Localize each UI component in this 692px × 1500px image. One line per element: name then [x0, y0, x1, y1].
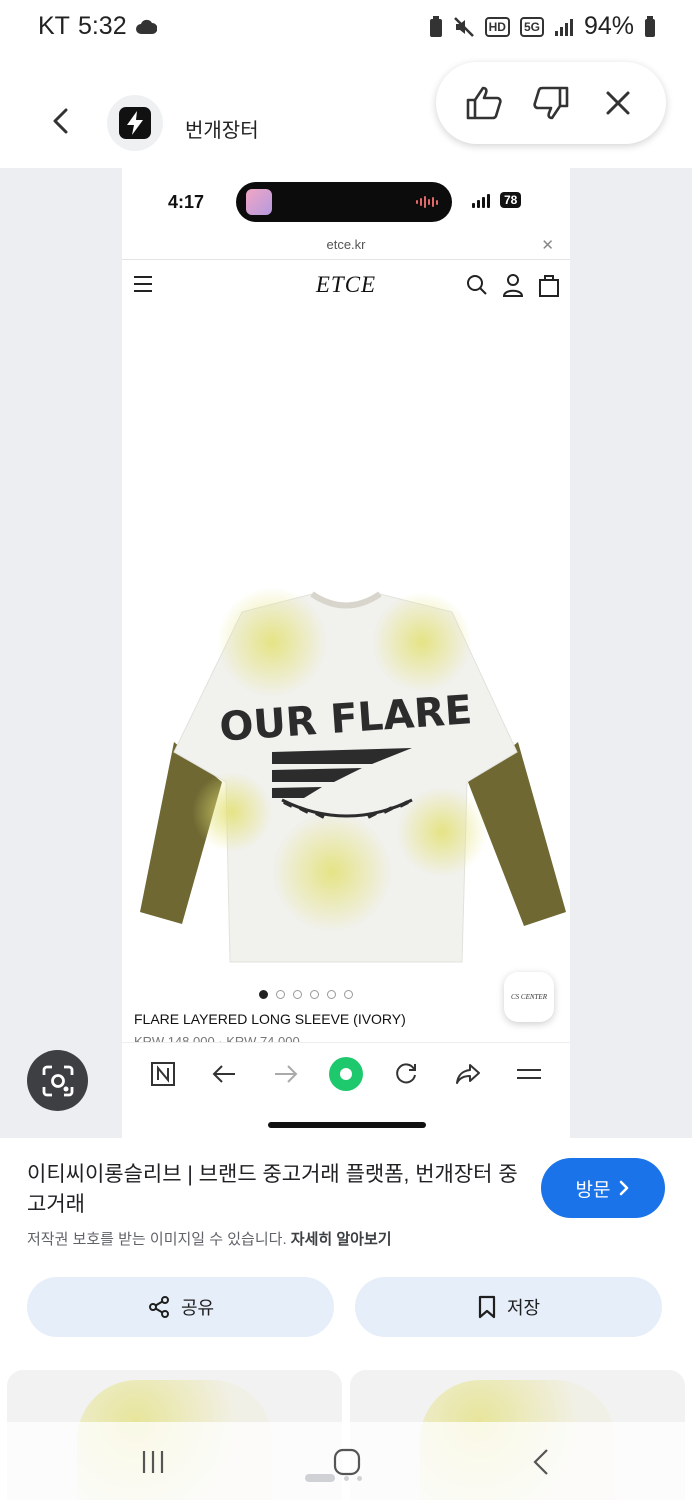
lightning-icon: [127, 111, 143, 135]
dynamic-island: [236, 182, 452, 222]
album-art-icon: [246, 189, 272, 215]
bookmark-icon: [478, 1295, 496, 1319]
carousel-dot: [259, 990, 268, 999]
thumbs-down-button[interactable]: [529, 81, 573, 125]
status-bar: KT 5:32 HD 5G 94%: [0, 0, 692, 56]
shopping-bag-icon: [538, 273, 560, 297]
page-indicator-dots: [344, 1476, 362, 1481]
green-home-icon: [328, 1056, 363, 1091]
copyright-notice: 저작권 보호를 받는 이미지일 수 있습니다. 자세히 알아보기: [27, 1228, 392, 1249]
network-5g-icon: 5G: [519, 16, 544, 37]
close-feedback-button[interactable]: [596, 81, 640, 125]
mute-icon: [453, 16, 475, 38]
app-header: 번개장터: [0, 62, 692, 167]
cloud-icon: [135, 18, 157, 36]
url-close-icon: ✕: [541, 237, 554, 254]
thumbs-up-icon: [466, 86, 502, 120]
carousel-dot: [276, 990, 285, 999]
back-chevron-icon: [533, 1449, 548, 1475]
lens-icon: [42, 1065, 73, 1096]
phone-home-indicator: [268, 1122, 426, 1128]
battery-icon: [644, 15, 656, 38]
account-icon: [502, 273, 524, 297]
share-arrow-icon: [450, 1056, 486, 1092]
carousel-dot: [293, 990, 302, 999]
page-indicator-pill: [305, 1474, 335, 1482]
url-bar: etce.kr ✕: [122, 234, 570, 260]
site-nav: ETCE: [122, 260, 570, 312]
app-logo[interactable]: [107, 95, 163, 151]
save-label: 저장: [506, 1298, 541, 1318]
lens-search-button[interactable]: [27, 1050, 88, 1111]
save-button[interactable]: 저장: [355, 1277, 662, 1337]
phone-signal-icon: [472, 192, 490, 208]
app-name[interactable]: 번개장터: [185, 114, 259, 143]
visit-button[interactable]: 방문: [541, 1158, 665, 1218]
product-name: FLARE LAYERED LONG SLEEVE (IVORY): [134, 1011, 406, 1027]
recents-icon: [142, 1451, 164, 1473]
refresh-icon: [388, 1056, 424, 1092]
browser-back-icon: [206, 1056, 242, 1092]
chevron-right-icon: [620, 1180, 629, 1196]
product-image: OUR FLARE: [122, 312, 570, 1002]
carrier-label: KT: [38, 12, 70, 40]
url-text: etce.kr: [326, 237, 366, 252]
battery-percent: 94%: [583, 12, 634, 40]
hd-voice-icon: HD: [484, 16, 510, 37]
thumbs-down-icon: [533, 86, 569, 120]
phone-time: 4:17: [168, 192, 205, 212]
home-button[interactable]: [327, 1446, 367, 1478]
carousel-dot: [327, 990, 336, 999]
back-button[interactable]: [44, 104, 78, 138]
carousel-dot: [344, 990, 353, 999]
signal-icon: [554, 17, 574, 37]
thumbs-up-button[interactable]: [462, 81, 506, 125]
visit-label: 방문: [575, 1179, 611, 1201]
phone-battery: 78: [500, 192, 522, 208]
cs-center-button: CS CENTER: [504, 972, 554, 1022]
clock: 5:32: [77, 12, 127, 40]
back-arrow-icon: [53, 108, 68, 134]
image-preview[interactable]: 4:17 78 etce.kr ✕ ETCE OUR FLARE CS CENT…: [0, 168, 692, 1138]
learn-more-link[interactable]: 자세히 알아보기: [291, 1231, 392, 1248]
share-icon: [148, 1296, 169, 1318]
audio-wave-icon: [416, 196, 440, 208]
copyright-text: 저작권 보호를 받는 이미지일 수 있습니다.: [27, 1231, 287, 1248]
close-icon: [606, 91, 630, 115]
carousel-dot: [310, 990, 319, 999]
share-button[interactable]: 공유: [27, 1277, 334, 1337]
carousel-dots: [122, 990, 570, 999]
browser-toolbar: [122, 1042, 570, 1104]
battery-saver-icon: [429, 15, 443, 38]
phone-status-bar: 4:17 78: [122, 168, 570, 234]
recents-button[interactable]: [133, 1446, 173, 1478]
search-icon: [466, 273, 488, 297]
share-label: 공유: [180, 1298, 215, 1318]
browser-forward-icon: [268, 1056, 304, 1092]
naver-icon: [145, 1056, 181, 1092]
home-icon: [333, 1448, 361, 1476]
system-back-button[interactable]: [521, 1446, 561, 1478]
browser-menu-icon: [511, 1056, 547, 1092]
system-nav-bar: [0, 1422, 692, 1500]
screenshot-image: 4:17 78 etce.kr ✕ ETCE OUR FLARE CS CENT…: [122, 168, 570, 1138]
product-price: KRW 148,000 · KRW 74,000: [134, 1034, 300, 1042]
result-title[interactable]: 이티씨이롱슬리브 | 브랜드 중고거래 플랫폼, 번개장터 중고거래: [27, 1160, 527, 1220]
feedback-panel: [436, 62, 666, 144]
